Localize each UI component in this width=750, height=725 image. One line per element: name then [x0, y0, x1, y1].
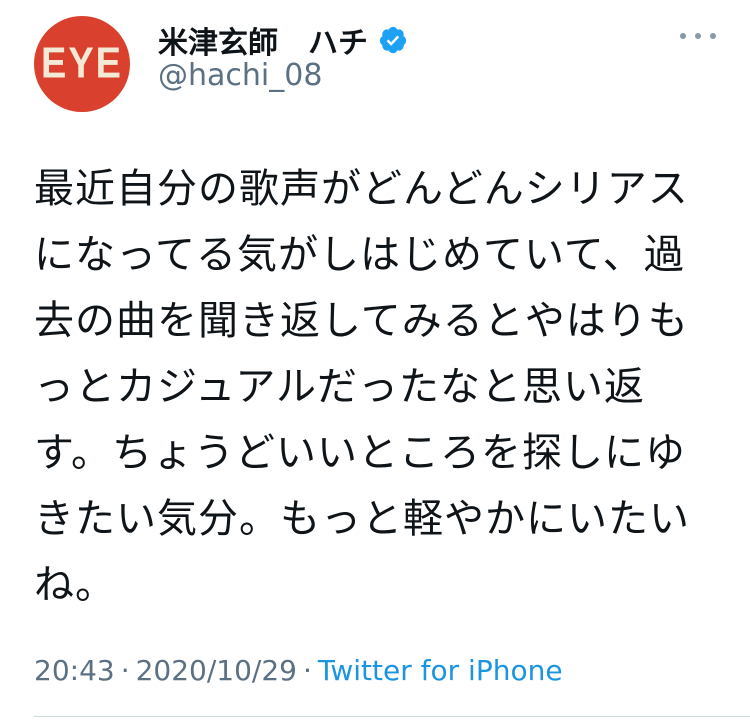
more-options-icon[interactable]: [680, 24, 716, 48]
tweet: EYE 米津玄師 ハチ @hachi_08 最近自分の歌声がどんどんシリアスにな…: [0, 0, 750, 725]
author-handle[interactable]: @hachi_08: [158, 58, 322, 93]
avatar-logo-text: EYE: [40, 39, 124, 88]
more-dot: [710, 33, 716, 39]
more-dot: [695, 33, 701, 39]
tweet-source-link[interactable]: Twitter for iPhone: [318, 654, 563, 687]
tweet-meta: 20:43 · 2020/10/29 · Twitter for iPhone: [34, 654, 563, 687]
verified-badge-icon: [379, 26, 407, 54]
display-name[interactable]: 米津玄師 ハチ: [158, 18, 368, 62]
tweet-date[interactable]: 2020/10/29: [136, 654, 297, 687]
meta-separator: ·: [120, 654, 130, 687]
meta-separator: ·: [303, 654, 312, 687]
tweet-text: 最近自分の歌声がどんどんシリアスになってる気がしはじめていて、過去の曲を聞き返し…: [34, 166, 690, 608]
divider: [34, 716, 750, 717]
avatar[interactable]: EYE: [34, 16, 130, 112]
more-dot: [680, 33, 686, 39]
tweet-time[interactable]: 20:43: [34, 654, 115, 687]
author-name-row: 米津玄師 ハチ: [158, 18, 408, 62]
